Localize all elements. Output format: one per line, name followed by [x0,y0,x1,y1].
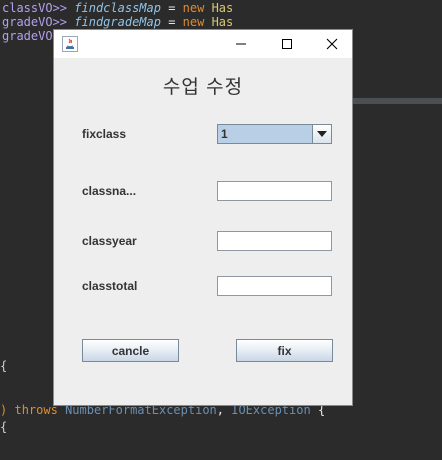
classyear-input[interactable] [217,231,332,251]
code-class: Has [204,15,234,29]
cancel-button[interactable]: cancle [82,339,179,362]
classname-input[interactable] [217,181,332,201]
code-operator: = [160,15,183,29]
maximize-icon [282,39,292,49]
code-keyword: new [182,15,205,29]
classyear-label: classyear [82,234,137,248]
maximize-button[interactable] [267,30,307,58]
fixclass-combobox[interactable]: 1 [217,124,332,144]
code-keyword: new [182,1,205,15]
chevron-down-icon [317,131,327,137]
close-icon [326,38,338,50]
code-variable: findgradeMap [74,15,161,29]
combo-selected-value: 1 [221,127,228,141]
edit-class-dialog: 수업 수정 fixclass 1 classna... classyear cl… [53,29,353,406]
close-button[interactable] [312,30,352,58]
code-type: classVO>> [2,1,68,15]
code-fragment: { [0,420,8,434]
code-line: gradeVO [2,28,53,44]
classtotal-label: classtotal [82,279,138,293]
classname-label: classna... [82,184,137,198]
minimize-button[interactable] [221,30,261,58]
dialog-heading: 수업 수정 [162,77,244,98]
code-keyword: throws [14,403,58,417]
editor-divider [352,98,442,104]
code-paren: ) [0,403,8,417]
dropdown-button[interactable] [312,125,331,143]
code-type: gradeVO>> [2,15,68,29]
code-operator: = [160,1,183,15]
code-fragment: { [0,359,8,373]
code-class: Has [204,1,234,15]
minimize-icon [236,43,246,45]
code-type: gradeVO [2,29,53,43]
fix-button[interactable]: fix [236,339,333,362]
title-bar[interactable] [54,30,352,58]
classtotal-input[interactable] [217,276,332,296]
code-variable: findclassMap [74,1,161,15]
java-icon [62,36,78,52]
fixclass-label: fixclass [82,127,127,141]
